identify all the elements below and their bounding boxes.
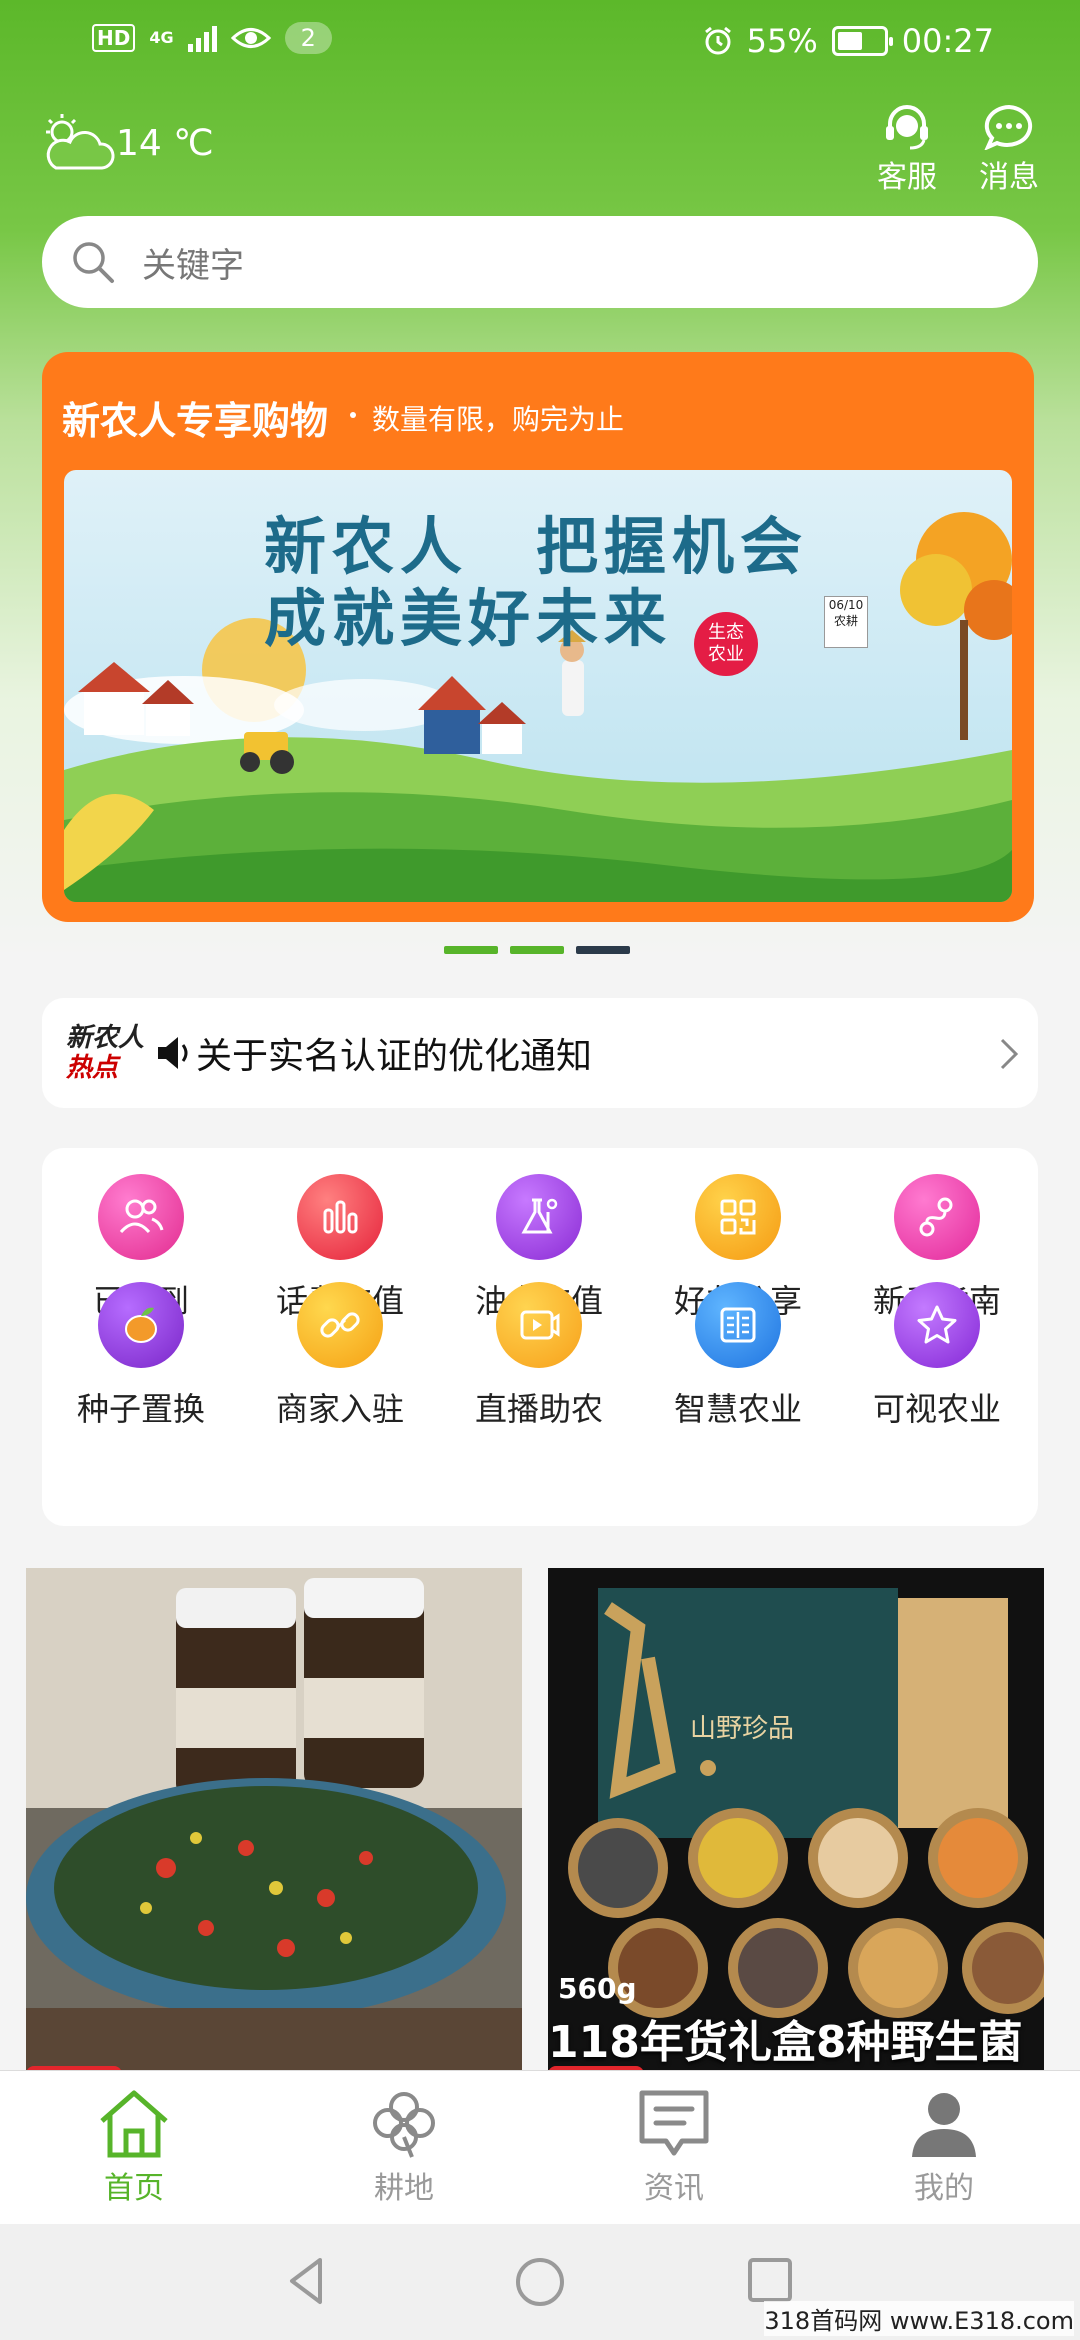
tab-label: 耕地 bbox=[374, 2171, 434, 2206]
video-icon bbox=[496, 1282, 582, 1368]
carousel-dot[interactable] bbox=[576, 946, 630, 954]
calendar-note: 农耕 bbox=[833, 614, 858, 628]
promo-banner[interactable]: 新农人专享购物 数量有限，购完为止 新农人 把握机会 成就美好未来 生态 农业 … bbox=[42, 352, 1034, 922]
promo-title: 新农人专享购物 bbox=[62, 399, 329, 443]
search-bar[interactable]: 关键字 bbox=[42, 216, 1038, 308]
home-circle-icon[interactable] bbox=[514, 2256, 566, 2308]
customer-service-button[interactable]: 客服 bbox=[862, 104, 952, 196]
tab-profile[interactable]: 我的 bbox=[844, 2085, 1044, 2207]
tab-home[interactable]: 首页 bbox=[34, 2085, 234, 2207]
notice-text: 关于实名认证的优化通知 bbox=[196, 1036, 593, 1077]
tab-label: 我的 bbox=[914, 2171, 974, 2206]
product-weight: 560g bbox=[558, 1972, 637, 2005]
grid-label: 直播助农 bbox=[474, 1390, 603, 1428]
customer-service-label: 客服 bbox=[877, 160, 937, 195]
messages-label: 消息 bbox=[979, 160, 1039, 195]
link-icon bbox=[297, 1282, 383, 1368]
house-left bbox=[78, 662, 194, 736]
temperature-text: 14 ℃ bbox=[116, 122, 214, 164]
calendar-date: 06/10 bbox=[828, 598, 864, 612]
weather-widget[interactable]: 14 ℃ bbox=[42, 112, 214, 174]
status-bar: HD 4G 2 55% 00:27 bbox=[0, 0, 1080, 84]
watermark: 318首码网 www.E318.com bbox=[764, 2301, 1074, 2336]
product-card-pickles[interactable] bbox=[26, 1568, 522, 2076]
eco-badge-line-1: 生态 bbox=[708, 622, 744, 643]
carousel-indicators bbox=[444, 946, 630, 954]
grid-label: 种子置换 bbox=[76, 1390, 205, 1428]
grid-item-visual-agriculture[interactable]: 可视农业 bbox=[838, 1282, 1036, 1430]
headset-icon bbox=[886, 105, 928, 150]
system-navigation-bar: 318首码网 www.E318.com bbox=[0, 2224, 1080, 2340]
flask-icon bbox=[496, 1174, 582, 1260]
promo-image: 新农人 把握机会 成就美好未来 生态 农业 06/10 农耕 bbox=[64, 470, 1012, 902]
product-caption: 118年货礼盒8种野生菌 bbox=[548, 2017, 1023, 2068]
home-icon bbox=[100, 2090, 168, 2158]
star-icon bbox=[894, 1282, 980, 1368]
grid-label: 智慧农业 bbox=[673, 1390, 802, 1428]
grid-label: 可视农业 bbox=[872, 1390, 1001, 1428]
grid-item-smart-agriculture[interactable]: 智慧农业 bbox=[639, 1282, 837, 1430]
profile-icon bbox=[912, 2093, 976, 2157]
qr-grid-icon bbox=[695, 1174, 781, 1260]
pickles-product-image bbox=[26, 1568, 522, 2076]
hot-logo-line-2: 热点 bbox=[66, 1053, 119, 1083]
cloud-icon bbox=[46, 114, 115, 170]
battery-fill bbox=[837, 32, 862, 50]
news-icon bbox=[639, 2090, 709, 2156]
grid-item-merchant-join[interactable]: 商家入驻 bbox=[241, 1282, 439, 1430]
calendar-sign: 06/10 农耕 bbox=[824, 596, 868, 648]
hd-indicator: HD bbox=[92, 24, 136, 52]
promo-subtitle: 数量有限，购完为止 bbox=[372, 403, 625, 436]
promo-separator-dot bbox=[350, 412, 356, 418]
tab-label: 首页 bbox=[104, 2171, 164, 2206]
eye-icon bbox=[230, 28, 271, 48]
status-left: HD 4G 2 bbox=[92, 22, 332, 54]
box-title: 山野珍品 bbox=[690, 1714, 795, 1744]
search-icon bbox=[73, 242, 114, 283]
carousel-dot[interactable] bbox=[510, 946, 564, 954]
clock: 00:27 bbox=[901, 22, 994, 60]
hot-logo-line-1: 新农人 bbox=[66, 1023, 145, 1053]
search-input[interactable]: 关键字 bbox=[142, 238, 244, 287]
back-icon[interactable] bbox=[286, 2256, 326, 2306]
book-icon bbox=[695, 1282, 781, 1368]
house-right bbox=[418, 676, 526, 754]
bottom-navigation: 首页 耕地 资讯 我的 bbox=[0, 2070, 1080, 2224]
function-grid: 已签到 话费充值 油卡充值 好友分享 新手指南 种子置换 商家入驻 bbox=[42, 1148, 1038, 1526]
eco-agriculture-badge: 生态 农业 bbox=[694, 612, 758, 676]
news-notice-bar[interactable]: 新农人 热点 关于实名认证的优化通知 bbox=[42, 998, 1038, 1108]
tab-news[interactable]: 资讯 bbox=[574, 2085, 774, 2207]
tab-farmland[interactable]: 耕地 bbox=[304, 2085, 504, 2207]
clover-icon bbox=[373, 2092, 435, 2158]
chevron-right-icon bbox=[1000, 1038, 1019, 1070]
messages-button[interactable]: 消息 bbox=[964, 104, 1054, 196]
bar-chart-icon bbox=[297, 1174, 383, 1260]
user-group-icon bbox=[98, 1174, 184, 1260]
speaker-icon bbox=[158, 1037, 188, 1069]
fruit-icon bbox=[98, 1282, 184, 1368]
hot-news-logo: 新农人 热点 bbox=[66, 1023, 156, 1083]
battery-icon bbox=[831, 26, 893, 56]
tab-label: 资讯 bbox=[644, 2171, 704, 2206]
carousel-dot[interactable] bbox=[444, 946, 498, 954]
promo-headline-2: 成就美好未来 bbox=[264, 582, 673, 655]
grid-label: 商家入驻 bbox=[275, 1390, 404, 1428]
alarm-icon bbox=[704, 26, 731, 55]
route-icon bbox=[894, 1174, 980, 1260]
grid-item-seed-exchange[interactable]: 种子置换 bbox=[42, 1282, 240, 1430]
network-type: 4G bbox=[149, 28, 174, 47]
signal-icon bbox=[187, 24, 217, 52]
eco-badge-line-2: 农业 bbox=[708, 644, 744, 665]
status-right: 55% 00:27 bbox=[703, 22, 994, 60]
grid-item-live-farming[interactable]: 直播助农 bbox=[440, 1282, 638, 1430]
chat-bubble-icon bbox=[984, 104, 1033, 150]
battery-percent: 55% bbox=[746, 22, 818, 60]
notification-count-badge: 2 bbox=[284, 22, 332, 54]
recent-apps-icon[interactable] bbox=[746, 2256, 794, 2304]
product-card-mushroom-gift-box[interactable]: 山野珍品 560g 118年货礼盒8种野生菌 bbox=[548, 1568, 1044, 2076]
